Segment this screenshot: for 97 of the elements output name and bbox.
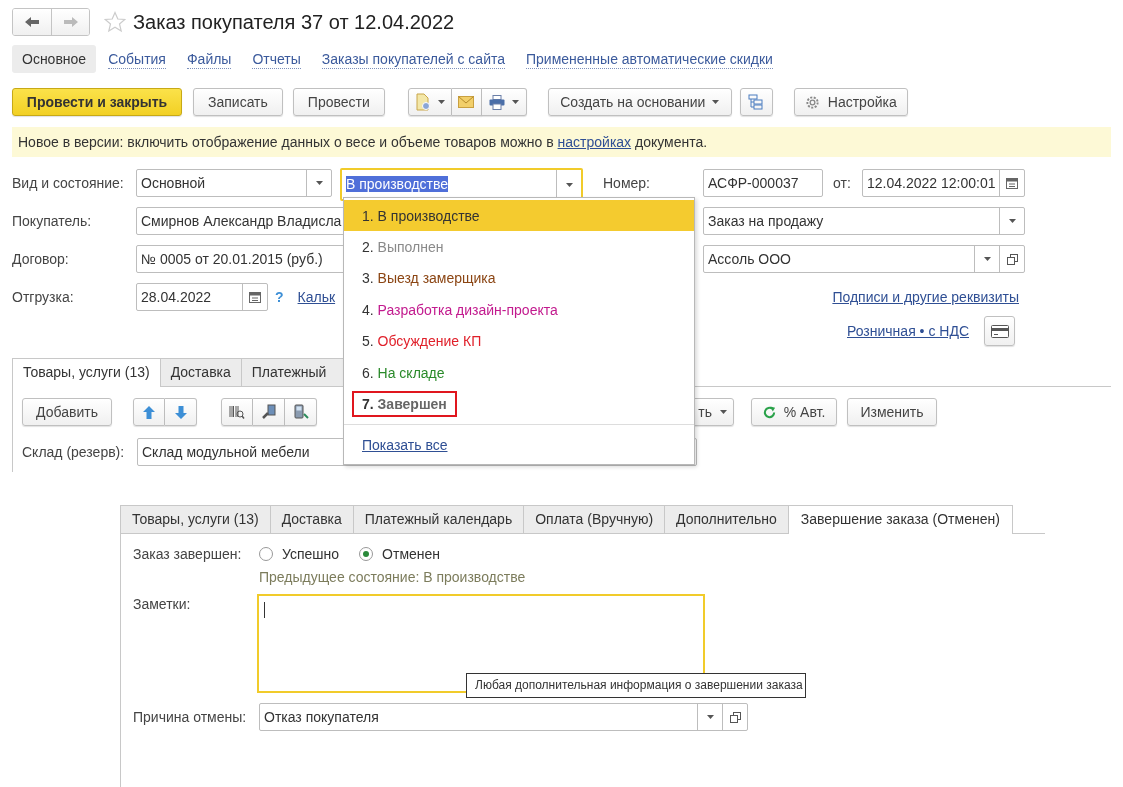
caret-icon xyxy=(706,715,714,719)
caret-icon xyxy=(565,182,573,187)
scanner-icon xyxy=(260,404,277,420)
envelope-icon xyxy=(458,96,475,108)
caret-icon xyxy=(983,257,991,261)
section-tab[interactable]: События xyxy=(108,49,166,69)
field-label: от: xyxy=(833,175,852,191)
caret-icon xyxy=(720,410,727,414)
create-based-on-button[interactable]: Создать на основании xyxy=(547,88,732,116)
field-label: Отгрузка: xyxy=(12,289,75,305)
terminal-button[interactable] xyxy=(285,398,317,426)
up-arrow-icon xyxy=(143,405,155,419)
post-close-button[interactable]: Провести и закрыть xyxy=(12,88,182,116)
radio-option[interactable]: Успешно xyxy=(259,546,340,562)
caret-icon xyxy=(315,181,323,185)
field-label: Заметки: xyxy=(133,595,192,614)
tab[interactable]: Оплата (Вручную) xyxy=(523,505,666,533)
shipment-date-field[interactable]: 28.04.2022 xyxy=(136,283,268,311)
status-option[interactable]: 4. Разработка дизайн-проекта xyxy=(344,294,694,326)
operation-field[interactable]: Заказ на продажу xyxy=(703,207,1025,235)
signatures-link[interactable]: Подписи и другие реквизиты xyxy=(832,289,1019,305)
radio-option[interactable]: Отменен xyxy=(359,546,441,562)
barcode-icon xyxy=(229,405,245,419)
change-button[interactable]: Изменить xyxy=(847,398,937,426)
cancel-reason-field[interactable]: Отказ покупателя xyxy=(259,703,748,731)
tab[interactable]: Доставка xyxy=(159,358,242,386)
tab[interactable]: Завершение заказа (Отменен) xyxy=(787,505,1013,534)
payment-card-button[interactable] xyxy=(984,316,1015,346)
barcode-button[interactable] xyxy=(221,398,253,426)
open-window-icon xyxy=(1006,253,1018,265)
field-label: Причина отмены: xyxy=(133,709,248,725)
back-arrow-icon xyxy=(24,16,40,28)
field-label: Склад (резерв): xyxy=(22,444,126,460)
forward-arrow-icon xyxy=(62,16,79,28)
calendar-icon xyxy=(249,291,261,303)
card-icon xyxy=(990,324,1009,338)
auto-discount-button[interactable]: % Авт. xyxy=(751,398,837,426)
info-message: Новое в версии: включить отображение данных о весе и объеме товаров можно в настройках документа. xyxy=(12,127,1111,157)
section-tab[interactable]: Основное xyxy=(12,45,97,73)
terminal-icon xyxy=(292,404,309,420)
price-type-link[interactable]: Розничная • с НДС xyxy=(847,323,969,339)
section-tab[interactable]: Отчеты xyxy=(252,49,301,69)
structure-button[interactable] xyxy=(739,88,773,116)
post-button[interactable]: Провести xyxy=(292,88,385,116)
calendar-icon xyxy=(1006,177,1018,189)
tab[interactable]: Товары, услуги (13) xyxy=(12,358,161,387)
caret-icon xyxy=(1008,219,1016,223)
scanner-button[interactable] xyxy=(253,398,285,426)
section-tab[interactable]: Примененные автоматические скидки xyxy=(526,49,773,69)
previous-state-text: Предыдущее состояние: В производстве xyxy=(259,568,527,587)
settings-button[interactable]: Настройка xyxy=(793,88,908,116)
organization-field[interactable]: Ассоль ООО xyxy=(703,245,1025,273)
help-link[interactable]: ? xyxy=(275,289,284,305)
document-icon xyxy=(414,93,431,111)
field-label: Номер: xyxy=(603,175,651,191)
print-button[interactable] xyxy=(481,88,527,116)
status-option[interactable]: 7. Завершен xyxy=(344,388,694,420)
field-label: Договор: xyxy=(12,251,70,267)
status-option[interactable]: 1. В производстве xyxy=(344,200,694,232)
star-icon[interactable] xyxy=(104,11,126,33)
tooltip: Любая дополнительная информация о завершении заказа xyxy=(466,673,806,698)
tab[interactable]: Доставка xyxy=(269,505,354,533)
open-window-icon xyxy=(729,711,741,723)
caret-icon xyxy=(511,100,519,104)
refresh-icon xyxy=(762,405,776,419)
move-down-button[interactable] xyxy=(165,398,197,426)
email-button[interactable] xyxy=(451,88,482,116)
field-label: Заказ завершен: xyxy=(133,546,243,562)
field-label: Покупатель: xyxy=(12,213,93,229)
hierarchy-icon xyxy=(748,94,765,110)
window-title: Заказ покупателя 37 от 12.04.2022 xyxy=(133,10,455,34)
settings-icon xyxy=(804,94,820,110)
back-button[interactable] xyxy=(13,9,51,35)
kind-field[interactable]: Основной xyxy=(136,169,332,197)
settings-link[interactable]: настройках xyxy=(557,134,632,150)
date-field[interactable]: 12.04.2022 12:00:01 xyxy=(862,169,1025,197)
printer-icon xyxy=(488,94,505,110)
section-tab[interactable]: Заказы покупателей с сайта xyxy=(321,49,505,69)
status-option[interactable]: 5. Обсуждение КП xyxy=(344,325,694,357)
add-button[interactable]: Добавить xyxy=(22,398,112,426)
move-up-button[interactable] xyxy=(133,398,165,426)
tab[interactable]: Товары, услуги (13) xyxy=(120,505,271,533)
caret-icon xyxy=(437,100,445,104)
attach-button[interactable] xyxy=(407,88,452,116)
calculator-link[interactable]: Кальк xyxy=(297,289,336,305)
number-field[interactable]: АСФР-000037 xyxy=(703,169,823,197)
show-all-link[interactable]: Показать все xyxy=(362,436,448,453)
tab[interactable]: Платежный календарь xyxy=(352,505,525,533)
status-option[interactable]: 3. Выезд замерщика xyxy=(344,262,694,295)
status-option[interactable]: 2. Выполнен xyxy=(344,231,694,263)
status-option[interactable]: 6. На складе xyxy=(344,356,694,389)
field-label: Вид и состояние: xyxy=(12,175,125,191)
tab[interactable]: Дополнительно xyxy=(664,505,789,533)
section-tab[interactable]: Файлы xyxy=(186,49,232,69)
save-button[interactable]: Записать xyxy=(193,88,283,116)
down-arrow-icon xyxy=(174,405,187,419)
caret-icon xyxy=(712,100,720,104)
